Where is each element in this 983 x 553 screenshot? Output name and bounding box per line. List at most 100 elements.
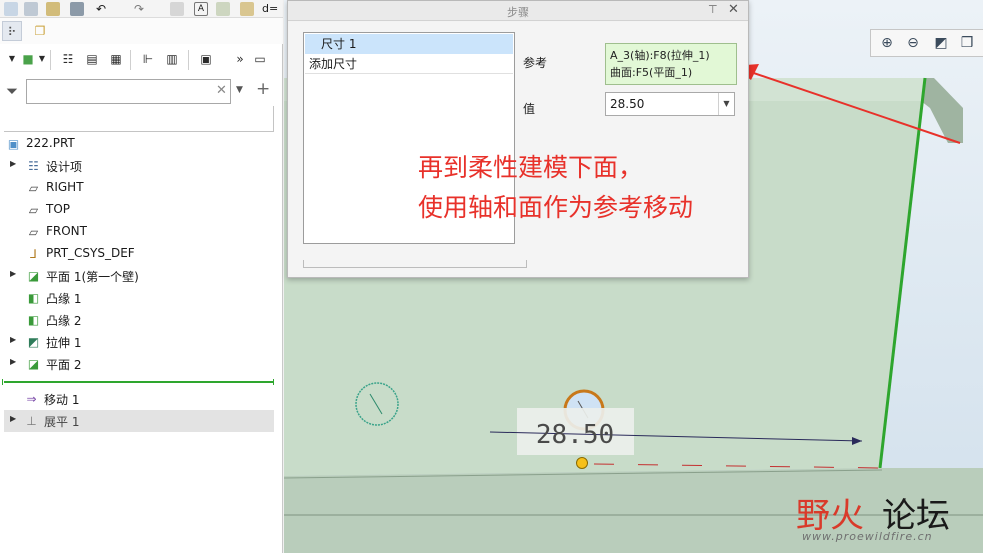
tree-item[interactable]: ▶ ◪ 平面 2 xyxy=(4,353,274,375)
tree-item[interactable]: ▶ ☷ 设计项 xyxy=(4,155,274,177)
csys-icon: ⅃ xyxy=(30,247,37,261)
tree-item-label: 222.PRT xyxy=(26,136,75,150)
more-icon[interactable]: » xyxy=(232,51,248,67)
tab-model-tree[interactable]: ⠗ xyxy=(2,21,22,41)
tree-header-area xyxy=(4,106,274,132)
tree-item-label: PRT_CSYS_DEF xyxy=(46,246,135,260)
tree-item-label: 拉伸 1 xyxy=(46,336,82,350)
part-icon: ▣ xyxy=(7,137,20,151)
add-dimension-item[interactable]: 添加尺寸 xyxy=(305,54,513,74)
list-item-selected[interactable]: 尺寸 1 xyxy=(305,34,513,54)
flatten-icon: ⊥ xyxy=(26,414,37,428)
flange-icon: ◧ xyxy=(27,291,40,305)
search-input[interactable] xyxy=(26,79,231,104)
regenerate-icon[interactable] xyxy=(170,2,184,16)
tree-item[interactable]: ◧ 凸缘 1 xyxy=(4,287,274,309)
toolbar-divider xyxy=(130,50,131,70)
planar-wall-icon: ◪ xyxy=(27,357,40,371)
chevron-down-icon[interactable]: ▼ xyxy=(236,85,243,95)
folder-icon[interactable] xyxy=(46,2,60,16)
reference-label: 参考 xyxy=(523,56,548,70)
tree-item-label: RIGHT xyxy=(46,180,84,194)
annotation-text: 使用轴和面作为参考移动 xyxy=(418,193,694,222)
chevron-down-icon[interactable]: ▼ xyxy=(34,51,50,67)
move-icon: ⇒ xyxy=(26,392,37,406)
model-tree-panel: ↶ ↷ A d= ⠗ ❐ ▼ ■ ▼ ☷ ▤ ▦ ⊩ ▥ ▣ » ▭ ⏷ ✕ ▼… xyxy=(0,0,283,553)
chevron-down-icon[interactable]: ▼ xyxy=(718,93,734,115)
design-items-icon: ☷ xyxy=(28,159,39,173)
value-input[interactable]: 28.50 ▼ xyxy=(605,92,735,116)
tree-columns-icon[interactable]: ▤ xyxy=(84,51,100,67)
reference-entry: A_3(轴):F8(拉伸_1) xyxy=(610,49,710,62)
dialog-titlebar[interactable]: 步骤 ⊤ ✕ xyxy=(288,1,748,21)
value-text[interactable]: 28.50 xyxy=(610,97,644,111)
expand-icon[interactable]: ▶ xyxy=(10,357,16,366)
show-columns-icon[interactable]: ▦ xyxy=(108,51,124,67)
toolbar-divider xyxy=(50,50,51,70)
filter-icon[interactable]: ⏷ xyxy=(6,82,18,100)
annotation-text: 再到柔性建模下面， xyxy=(418,153,644,182)
datum-plane-icon: ▱ xyxy=(28,181,39,195)
tree-item-label: 设计项 xyxy=(46,160,83,174)
tree-item-label: 平面 1(第一个壁) xyxy=(46,270,139,284)
list-item-label: 尺寸 1 xyxy=(321,37,357,51)
tree-item[interactable]: ▱ RIGHT xyxy=(4,177,274,199)
toolbar-divider xyxy=(188,50,189,70)
clear-icon[interactable]: ✕ xyxy=(216,83,227,98)
value-label: 值 xyxy=(523,102,536,116)
tree-item-label: TOP xyxy=(46,202,71,216)
new-icon[interactable] xyxy=(4,2,18,16)
annotation-icon[interactable]: A xyxy=(194,2,208,16)
undo-icon[interactable]: ↶ xyxy=(94,2,108,16)
document-icon[interactable]: ▭ xyxy=(252,51,268,67)
step-dialog: 步骤 ⊤ ✕ 尺寸 1 添加尺寸 参考 A_3(轴):F8(拉伸_1) 曲面:F… xyxy=(287,0,749,278)
reference-collector[interactable]: A_3(轴):F8(拉伸_1) 曲面:F5(平面_1) xyxy=(605,43,737,85)
open-icon[interactable] xyxy=(24,2,38,16)
tree-item[interactable]: ◧ 凸缘 2 xyxy=(4,309,274,331)
dimension-label[interactable]: 28.50 xyxy=(536,420,614,450)
tree-item-label: 凸缘 2 xyxy=(46,314,82,328)
edit-icon[interactable] xyxy=(216,2,230,16)
extrude-icon: ◩ xyxy=(27,335,40,349)
zoom-in-icon[interactable]: ⊕ xyxy=(877,33,897,53)
navigator-tabs: ⠗ ❐ xyxy=(0,18,283,44)
list-item-label: 添加尺寸 xyxy=(309,57,358,71)
tree-item[interactable]: ▶ ◪ 平面 1(第一个壁) xyxy=(4,265,274,287)
tree-item[interactable]: ▶ ◩ 拉伸 1 xyxy=(4,331,274,353)
watermark: 野火 论坛 www.proewildfire.cn xyxy=(796,488,981,550)
view-toolbar: ⊕ ⊖ ◩ ❒ xyxy=(870,29,983,57)
settings-icon[interactable] xyxy=(240,2,254,16)
save-icon[interactable] xyxy=(70,2,84,16)
redo-icon[interactable]: ↷ xyxy=(132,2,146,16)
tree-item-label: FRONT xyxy=(46,224,87,238)
expand-icon[interactable]: ▶ xyxy=(10,159,16,168)
view-cube-icon[interactable]: ❒ xyxy=(957,33,977,53)
expand-icon[interactable]: ▶ xyxy=(10,269,16,278)
tree-item-root[interactable]: ▣ 222.PRT xyxy=(4,133,274,155)
close-icon[interactable]: ✕ xyxy=(728,2,739,17)
tree-item-label: 凸缘 1 xyxy=(46,292,82,306)
quick-access-toolbar: ↶ ↷ A d= xyxy=(0,0,283,18)
refit-icon[interactable]: ◩ xyxy=(931,33,951,53)
tree-filter-icon[interactable]: ⊩ xyxy=(140,51,156,67)
tree-item-selected[interactable]: ▶ ⊥ 展平 1 xyxy=(4,410,274,432)
expand-icon[interactable]: ▶ xyxy=(10,414,16,423)
dimension-icon[interactable]: d= xyxy=(262,2,278,16)
tab-folder-browser[interactable]: ❐ xyxy=(30,21,50,41)
tree-item[interactable]: ▱ FRONT xyxy=(4,221,274,243)
tree-item[interactable]: ▱ TOP xyxy=(4,199,274,221)
insert-here-line[interactable] xyxy=(2,379,274,385)
add-icon[interactable]: + xyxy=(256,79,270,99)
zoom-out-icon[interactable]: ⊖ xyxy=(903,33,923,53)
expand-icon[interactable]: ▶ xyxy=(10,335,16,344)
chevron-down-icon[interactable]: ▼ xyxy=(4,51,20,67)
tree-item-label: 平面 2 xyxy=(46,358,82,372)
drag-handle[interactable] xyxy=(576,457,588,469)
tree-item[interactable]: ⅃ PRT_CSYS_DEF xyxy=(4,243,274,265)
tree-toolbar: ▼ ■ ▼ ☷ ▤ ▦ ⊩ ▥ ▣ » ▭ xyxy=(0,46,283,74)
pin-icon[interactable]: ⊤ xyxy=(708,3,718,16)
tree-settings-icon[interactable]: ▥ xyxy=(164,51,180,67)
layer-icon[interactable]: ▣ xyxy=(198,51,214,67)
tree-item[interactable]: ⇒ 移动 1 xyxy=(4,388,274,410)
tree-list-icon[interactable]: ☷ xyxy=(60,51,76,67)
